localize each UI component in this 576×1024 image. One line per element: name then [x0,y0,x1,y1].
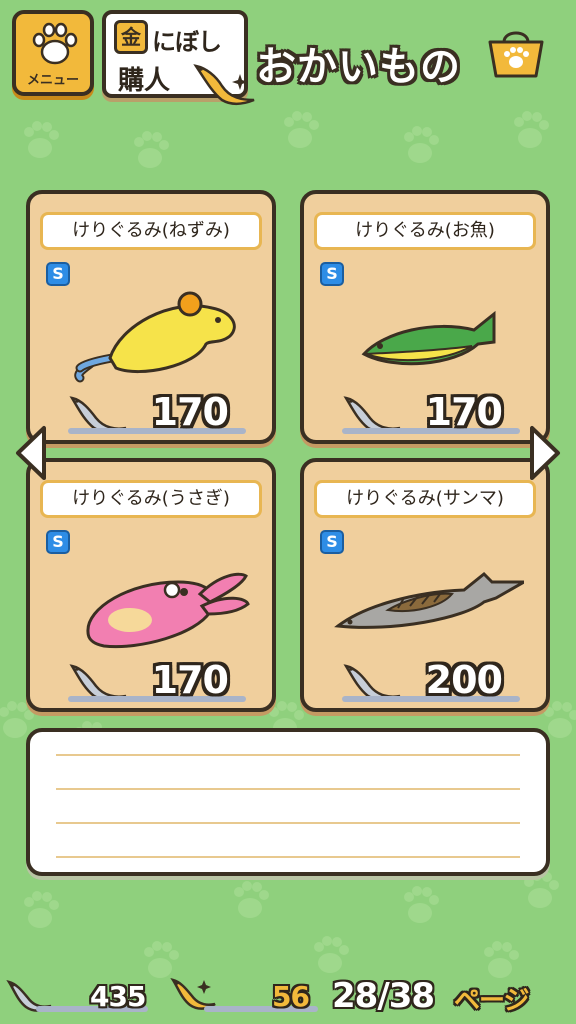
rabbit-toy-image [86,572,250,649]
rank-badge: S [46,530,70,554]
niboshi-count: 435 [90,980,146,1013]
fish-toy-image [361,310,496,366]
rank-badge: S [320,530,344,554]
menu-button[interactable]: メニュー [12,10,94,96]
arrow-left-icon[interactable] [14,424,48,482]
page-title: おかいもの [256,44,461,90]
paw-icon [32,22,78,65]
ruled-line [56,856,520,858]
item-card[interactable]: けりぐるみ(うさぎ) S 170 [26,458,276,712]
item-card[interactable]: けりぐるみ(サンマ) S 200 [300,458,550,712]
page-label: ページ [454,986,529,1016]
item-price: 170 [425,390,503,434]
gold-niboshi-shop-button[interactable]: 金 にぼし 購人 [102,10,255,105]
item-card[interactable]: けりぐるみ(お魚) S 170 [300,190,550,444]
item-name: けりぐるみ(うさぎ) [40,480,262,518]
item-name: けりぐるみ(お魚) [314,212,536,250]
mouse-toy-image [74,291,236,383]
ruled-line [56,822,520,824]
ruled-line [56,788,520,790]
rank-badge: S [320,262,344,286]
rank-badge: S [46,262,70,286]
item-name: けりぐるみ(ねずみ) [40,212,262,250]
item-name: けりぐるみ(サンマ) [314,480,536,518]
shop-label-line2: 購人 [118,66,171,96]
item-card[interactable]: けりぐるみ(ねずみ) S 170 [26,190,276,444]
description-box [26,728,550,876]
item-price: 170 [151,658,229,702]
gold-niboshi-icon [193,64,255,105]
shop-label-line1: にぼし [152,28,222,56]
ruled-line [56,754,520,756]
arrow-right-icon[interactable] [528,424,562,482]
shopping-bag-icon[interactable] [484,28,548,80]
saury-toy-image [334,571,524,629]
gold-niboshi-count: 56 [272,980,310,1013]
page-indicator: 28/38 [332,976,435,1016]
menu-label: メニュー [26,73,79,88]
item-price: 200 [425,658,503,702]
item-price: 170 [151,390,229,434]
gold-kanji-badge: 金 [114,20,148,54]
